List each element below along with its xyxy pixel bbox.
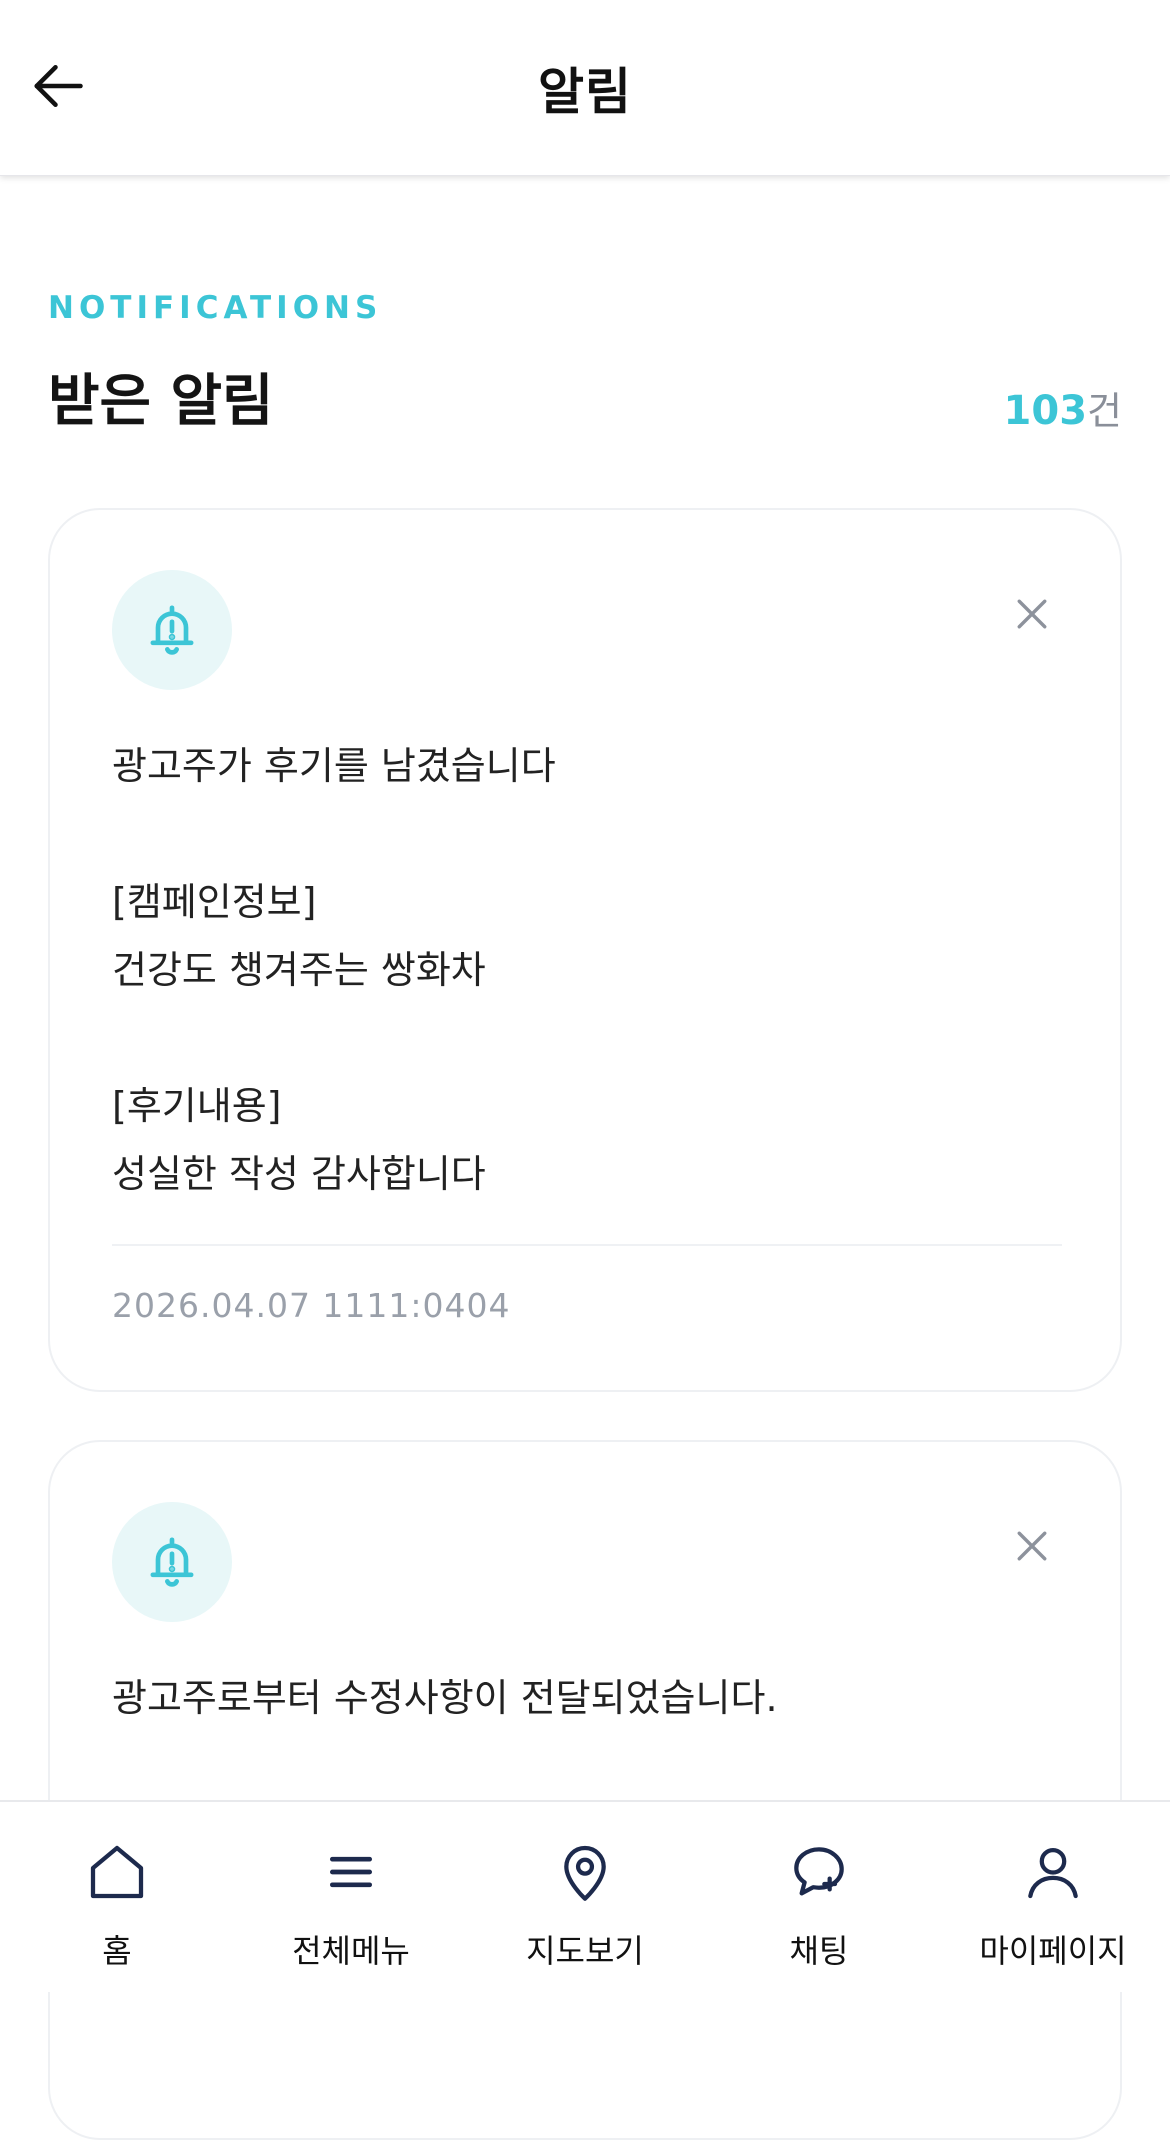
card-divider — [112, 1244, 1062, 1246]
bell-alert-icon — [150, 605, 194, 655]
notification-message: 광고주로부터 수정사항이 전달되었습니다. — [112, 1664, 1062, 1732]
menu-icon — [330, 1856, 372, 1888]
section-title: 받은 알림 — [48, 369, 274, 434]
home-icon — [90, 1845, 144, 1899]
notification-headline: 광고주로부터 수정사항이 전달되었습니다. — [112, 1676, 778, 1720]
map-pin-icon — [564, 1845, 606, 1901]
count-unit: 건 — [1087, 389, 1122, 433]
campaign-label: [캠페인정보] — [112, 880, 317, 924]
nav-label: 홈 — [102, 1932, 132, 1970]
nav-item-mypage[interactable]: 마이페이지 — [936, 1802, 1170, 1992]
review-label: [후기내용] — [112, 1084, 282, 1128]
nav-label: 지도보기 — [526, 1932, 644, 1970]
count-number: 103 — [1003, 388, 1088, 434]
dismiss-button[interactable] — [1010, 592, 1054, 636]
page-title: 알림 — [538, 63, 632, 121]
close-icon — [1017, 599, 1047, 629]
notification-count: 103 건 — [1004, 380, 1122, 435]
bell-badge — [112, 570, 232, 690]
notification-card[interactable]: 광고주로부터 수정사항이 전달되었습니다. — [48, 1440, 1122, 2140]
bottom-nav: 홈 전체메뉴 지도보기 채팅 마이페이지 — [0, 1800, 1170, 1992]
nav-label: 채팅 — [789, 1932, 849, 1970]
campaign-value: 건강도 챙겨주는 쌍화차 — [112, 948, 486, 992]
notification-date: 2026.04.07 1111:0404 — [112, 1286, 511, 1325]
nav-label: 전체메뉴 — [292, 1932, 410, 1970]
user-icon — [1028, 1848, 1078, 1899]
section-eyebrow: NOTIFICATIONS — [48, 290, 383, 326]
review-value: 성실한 작성 감사합니다 — [112, 1152, 486, 1196]
notification-headline: 광고주가 후기를 남겼습니다 — [112, 744, 556, 788]
bell-badge — [112, 1502, 232, 1622]
nav-item-map[interactable]: 지도보기 — [468, 1802, 702, 1992]
nav-item-menu[interactable]: 전체메뉴 — [234, 1802, 468, 1992]
nav-label: 마이페이지 — [979, 1932, 1127, 1970]
chat-icon — [794, 1847, 844, 1896]
app-header: 알림 — [0, 0, 1170, 176]
nav-item-home[interactable]: 홈 — [0, 1802, 234, 1992]
close-icon — [1017, 1531, 1047, 1561]
nav-item-chat[interactable]: 채팅 — [702, 1802, 936, 1992]
dismiss-button[interactable] — [1010, 1524, 1054, 1568]
notification-message: 광고주가 후기를 남겼습니다 [캠페인정보] 건강도 챙겨주는 쌍화차 [후기내… — [112, 732, 1062, 1208]
notification-card[interactable]: 광고주가 후기를 남겼습니다 [캠페인정보] 건강도 챙겨주는 쌍화차 [후기내… — [48, 508, 1122, 1392]
bell-alert-icon — [150, 1537, 194, 1587]
